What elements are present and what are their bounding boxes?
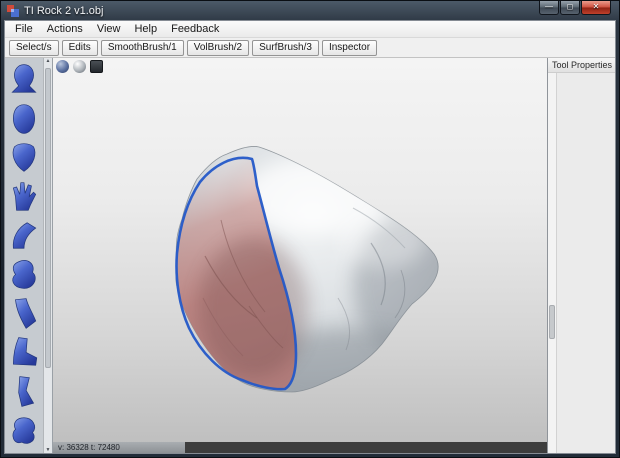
palette-thumbnail-torso[interactable] (7, 256, 43, 295)
app-window: TI Rock 2 v1.obj — ◻ ✕ File Actions View… (0, 0, 620, 458)
menu-item-help[interactable]: Help (127, 22, 164, 36)
window-title: TI Rock 2 v1.obj (24, 5, 103, 17)
close-button[interactable]: ✕ (581, 1, 611, 15)
grid-icon[interactable] (90, 60, 103, 73)
maximize-button[interactable]: ◻ (560, 1, 580, 15)
app-icon (7, 5, 19, 17)
menu-item-actions[interactable]: Actions (40, 22, 90, 36)
tab-select[interactable]: Select/s (9, 40, 59, 56)
palette-thumbnail-leg[interactable] (7, 373, 43, 412)
panel-body (548, 73, 615, 453)
shape-palette-sidebar: ▲ ▼ (5, 58, 53, 453)
palette-thumbnail-foot[interactable] (7, 334, 43, 373)
panel-title: Tool Properties (548, 58, 615, 73)
window-controls: — ◻ ✕ (538, 1, 611, 15)
palette-scroll-thumb[interactable] (45, 68, 51, 368)
minimize-button[interactable]: — (539, 1, 559, 15)
palette-thumbnail-mask[interactable] (7, 139, 43, 178)
tab-surfbrush[interactable]: SurfBrush/3 (252, 40, 319, 56)
sphere-view-icon[interactable] (56, 60, 69, 73)
titlebar[interactable]: TI Rock 2 v1.obj — ◻ ✕ (1, 1, 619, 20)
panel-content-area (557, 73, 615, 453)
viewport-tools (56, 60, 103, 73)
scroll-down-icon[interactable]: ▼ (46, 447, 51, 453)
palette-scrollbar[interactable]: ▲ ▼ (43, 58, 52, 453)
viewport-canvas[interactable]: v: 36328 t: 72480 (53, 58, 547, 453)
palette-thumbnail-arm[interactable] (7, 217, 43, 256)
palette-thumbnail-bust[interactable] (7, 61, 43, 100)
statusbar: v: 36328 t: 72480 (53, 442, 547, 453)
tab-smoothbrush[interactable]: SmoothBrush/1 (101, 40, 184, 56)
palette-thumbnail-knee[interactable] (7, 295, 43, 334)
tab-edits[interactable]: Edits (62, 40, 98, 56)
tab-inspector[interactable]: Inspector (322, 40, 377, 56)
rock-model[interactable] (53, 58, 547, 453)
app-body: File Actions View Help Feedback Select/s… (4, 20, 616, 454)
scroll-up-icon[interactable]: ▲ (46, 58, 51, 64)
panel-scroll-thumb[interactable] (549, 305, 555, 339)
tab-volbrush[interactable]: VolBrush/2 (187, 40, 249, 56)
toolbar-tabs: Select/s Edits SmoothBrush/1 VolBrush/2 … (5, 38, 615, 58)
tool-properties-panel: Tool Properties (547, 58, 615, 453)
palette-thumbnail-blob[interactable] (7, 412, 43, 451)
menu-item-view[interactable]: View (90, 22, 128, 36)
main-content: ▲ ▼ (5, 58, 615, 453)
mesh-stats: v: 36328 t: 72480 (53, 442, 185, 453)
menu-item-file[interactable]: File (8, 22, 40, 36)
material-ball-icon[interactable] (73, 60, 86, 73)
menu-item-feedback[interactable]: Feedback (164, 22, 226, 36)
menubar: File Actions View Help Feedback (5, 21, 615, 38)
panel-scrollbar[interactable] (548, 73, 557, 453)
palette-thumbnail-hand[interactable] (7, 178, 43, 217)
palette-thumbnail-face[interactable] (7, 100, 43, 139)
